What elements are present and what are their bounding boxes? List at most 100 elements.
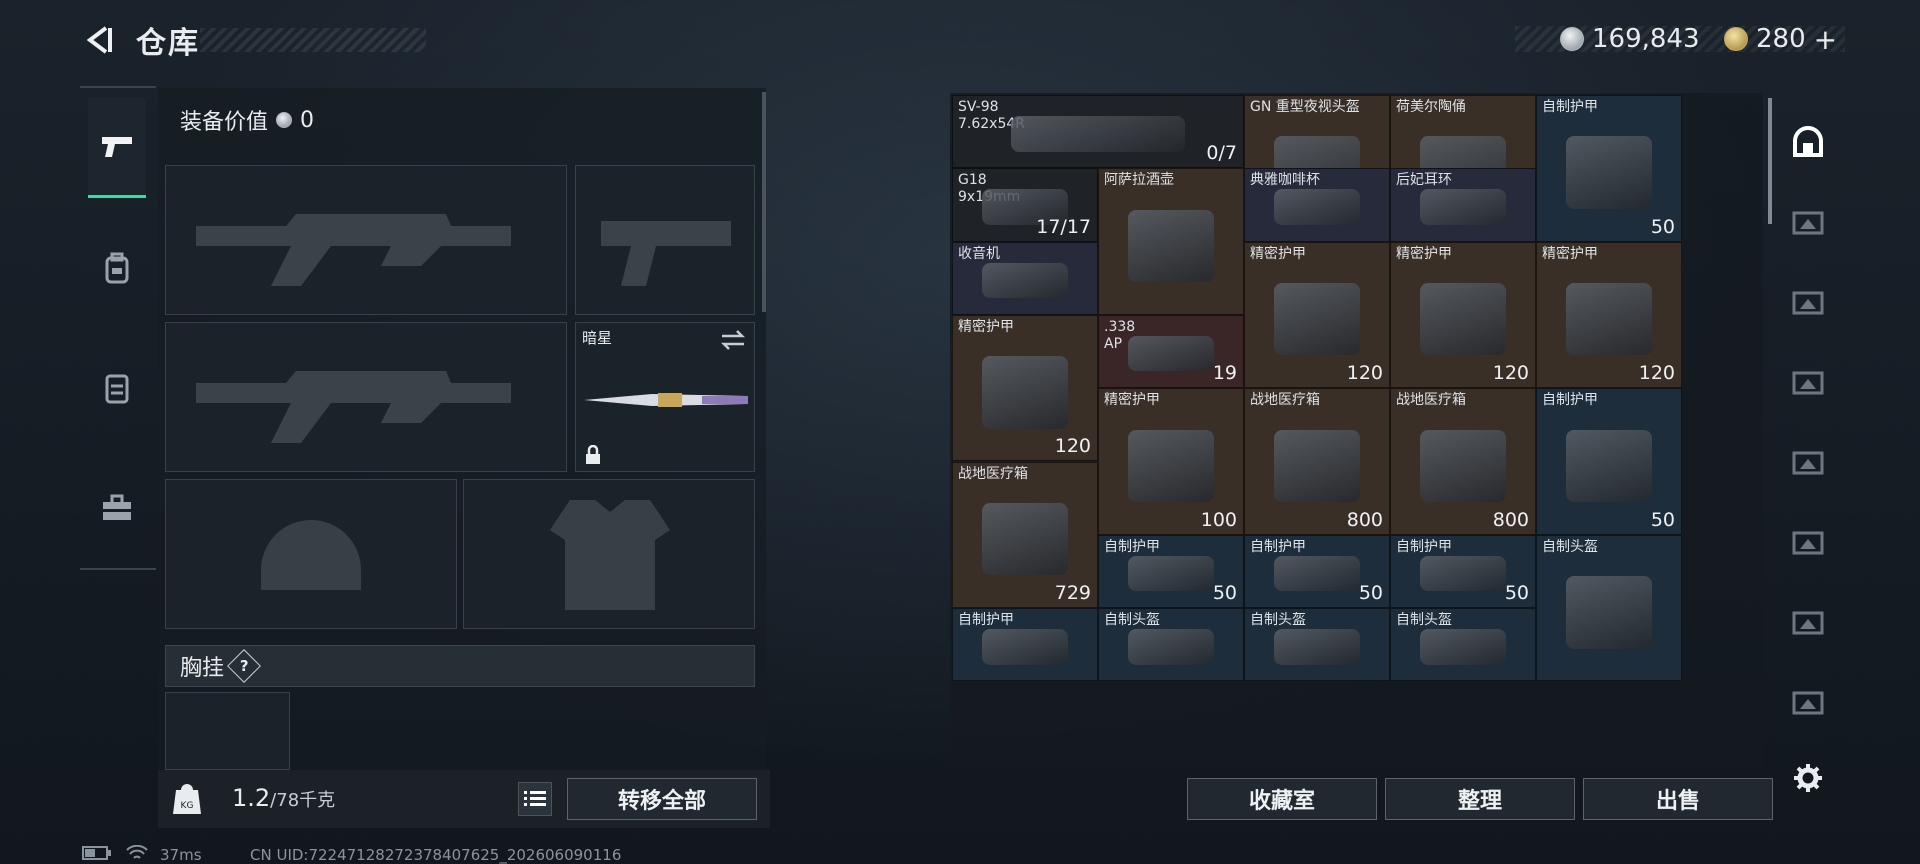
stash-item[interactable]: 自制护甲 50 bbox=[1536, 95, 1682, 242]
loadout-scrollbar[interactable] bbox=[762, 92, 766, 312]
stash-item[interactable]: 收音机 bbox=[952, 241, 1098, 315]
tier-III-icon[interactable] bbox=[1786, 520, 1830, 564]
safehouse-icon[interactable] bbox=[1786, 120, 1830, 164]
tier-IV-icon[interactable] bbox=[1786, 440, 1830, 484]
sidearm-slot[interactable] bbox=[575, 165, 755, 315]
tab-weapons[interactable] bbox=[88, 98, 146, 198]
loadout-tabs bbox=[80, 86, 156, 570]
item-name: 自制头盔 bbox=[1104, 612, 1160, 629]
item-name: 收音机 bbox=[958, 245, 1000, 262]
tier-III-icon[interactable] bbox=[1786, 360, 1830, 404]
item-image bbox=[1127, 429, 1215, 502]
organize-button[interactable]: 整理 bbox=[1385, 778, 1575, 820]
stash-item[interactable]: 战地医疗箱 800 bbox=[1390, 388, 1536, 535]
secondary-weapon-slot[interactable] bbox=[165, 322, 567, 472]
primary-weapon-slot[interactable] bbox=[165, 165, 567, 315]
item-name: 后妃耳环 bbox=[1396, 172, 1452, 189]
tier-IV-add-icon[interactable] bbox=[1786, 200, 1830, 244]
item-image bbox=[981, 629, 1069, 665]
weight-icon-label: KG bbox=[181, 801, 194, 811]
item-image bbox=[1565, 576, 1653, 649]
stash-item[interactable]: 战地医疗箱 729 bbox=[952, 461, 1098, 609]
tab-backpack[interactable] bbox=[88, 218, 146, 318]
item-image bbox=[1419, 555, 1507, 592]
melee-name: 暗星 bbox=[582, 329, 613, 347]
chest-rig-slot[interactable] bbox=[165, 692, 290, 770]
stash-item[interactable]: 自制头盔 bbox=[1244, 608, 1390, 682]
item-value: 800 bbox=[1492, 508, 1529, 531]
item-name: 精密护甲 bbox=[1396, 245, 1452, 262]
stash-item[interactable]: 精密护甲 100 bbox=[1098, 388, 1244, 535]
armor-silhouette-icon bbox=[550, 500, 670, 610]
knife-icon bbox=[584, 393, 748, 407]
tier-III-icon[interactable] bbox=[1786, 280, 1830, 324]
item-value: 50 bbox=[1504, 582, 1529, 605]
item-value: 50 bbox=[1212, 582, 1237, 605]
gold-currency[interactable]: 280 + bbox=[1724, 22, 1837, 56]
silver-coin-icon bbox=[1560, 27, 1584, 51]
collection-room-button[interactable]: 收藏室 bbox=[1187, 778, 1377, 820]
help-button[interactable]: ? bbox=[227, 649, 261, 683]
tier-III-icon[interactable] bbox=[1786, 680, 1830, 724]
item-name: 精密护甲 bbox=[1104, 392, 1160, 409]
gold-add-button[interactable]: + bbox=[1814, 23, 1837, 56]
transfer-all-button[interactable]: 转移全部 bbox=[567, 778, 757, 820]
stash-item[interactable]: 自制头盔 bbox=[1536, 534, 1682, 682]
stash-scrollbar[interactable] bbox=[1768, 98, 1772, 224]
item-image bbox=[1273, 283, 1361, 356]
item-value: 729 bbox=[1054, 582, 1091, 605]
stash-item[interactable]: .338 AP 19 bbox=[1098, 314, 1244, 389]
item-value: 120 bbox=[1492, 362, 1529, 385]
item-image bbox=[1127, 335, 1215, 372]
stash-item[interactable]: 自制护甲 50 bbox=[1390, 534, 1536, 609]
stash-item[interactable]: 精密护甲 120 bbox=[1244, 241, 1390, 389]
melee-slot[interactable]: 暗星 bbox=[575, 322, 755, 472]
back-arrow-icon bbox=[86, 26, 112, 54]
stash-item[interactable]: G18 9x19mm17/17 bbox=[952, 168, 1098, 242]
item-image bbox=[1419, 283, 1507, 356]
tier-III-icon[interactable] bbox=[1786, 600, 1830, 644]
stash-item[interactable]: 精密护甲 120 bbox=[1536, 241, 1682, 389]
stash-item[interactable]: 自制头盔 bbox=[1098, 608, 1244, 682]
item-name: 自制护甲 bbox=[1104, 538, 1160, 555]
stash-item[interactable]: 精密护甲 120 bbox=[1390, 241, 1536, 389]
tab-vest[interactable] bbox=[88, 338, 146, 438]
ping-text: 37ms bbox=[160, 846, 202, 864]
silver-amount: 169,843 bbox=[1592, 24, 1700, 54]
battery-icon bbox=[82, 846, 112, 864]
helmet-slot[interactable] bbox=[165, 479, 457, 629]
stash-item[interactable]: 典雅咖啡杯 bbox=[1244, 168, 1390, 242]
stash-item[interactable]: SV-98 7.62x54R 0/7 bbox=[952, 95, 1244, 169]
tab-toolbox[interactable] bbox=[88, 458, 146, 558]
title-decoration bbox=[200, 28, 426, 52]
stash-item[interactable]: 自制护甲 50 bbox=[1244, 534, 1390, 609]
sell-button[interactable]: 出售 bbox=[1583, 778, 1773, 820]
vest-icon bbox=[105, 374, 129, 404]
item-name: 战地医疗箱 bbox=[1396, 392, 1466, 409]
stash-item[interactable]: 后妃耳环 bbox=[1390, 168, 1536, 242]
item-image bbox=[981, 502, 1069, 576]
stash-item[interactable]: 自制护甲 50 bbox=[1098, 534, 1244, 609]
item-value: 17/17 bbox=[1036, 215, 1091, 238]
stash-item[interactable]: 自制头盔 bbox=[1390, 608, 1536, 682]
helmet-silhouette-icon bbox=[261, 520, 361, 590]
silver-currency: 169,843 bbox=[1560, 22, 1700, 56]
item-image bbox=[1127, 209, 1215, 283]
item-name: 阿萨拉酒壶 bbox=[1104, 172, 1174, 189]
stash-item[interactable]: 自制护甲 bbox=[952, 608, 1098, 682]
swap-icon[interactable] bbox=[720, 329, 746, 351]
armor-slot[interactable] bbox=[463, 479, 755, 629]
settings-gear-icon[interactable] bbox=[1786, 756, 1830, 800]
stash-item[interactable]: 战地医疗箱 800 bbox=[1244, 388, 1390, 535]
back-button[interactable] bbox=[80, 20, 120, 60]
item-value: 120 bbox=[1346, 362, 1383, 385]
list-view-button[interactable] bbox=[518, 782, 552, 816]
item-value: 120 bbox=[1638, 362, 1675, 385]
item-name: 自制护甲 bbox=[958, 612, 1014, 629]
stash-item[interactable]: 阿萨拉酒壶 bbox=[1098, 168, 1244, 315]
stash-item[interactable]: 精密护甲 120 bbox=[952, 314, 1098, 462]
item-image bbox=[1419, 429, 1507, 502]
item-name: 自制护甲 bbox=[1542, 392, 1598, 409]
gold-amount: 280 bbox=[1756, 24, 1806, 54]
stash-item[interactable]: 自制护甲 50 bbox=[1536, 388, 1682, 535]
